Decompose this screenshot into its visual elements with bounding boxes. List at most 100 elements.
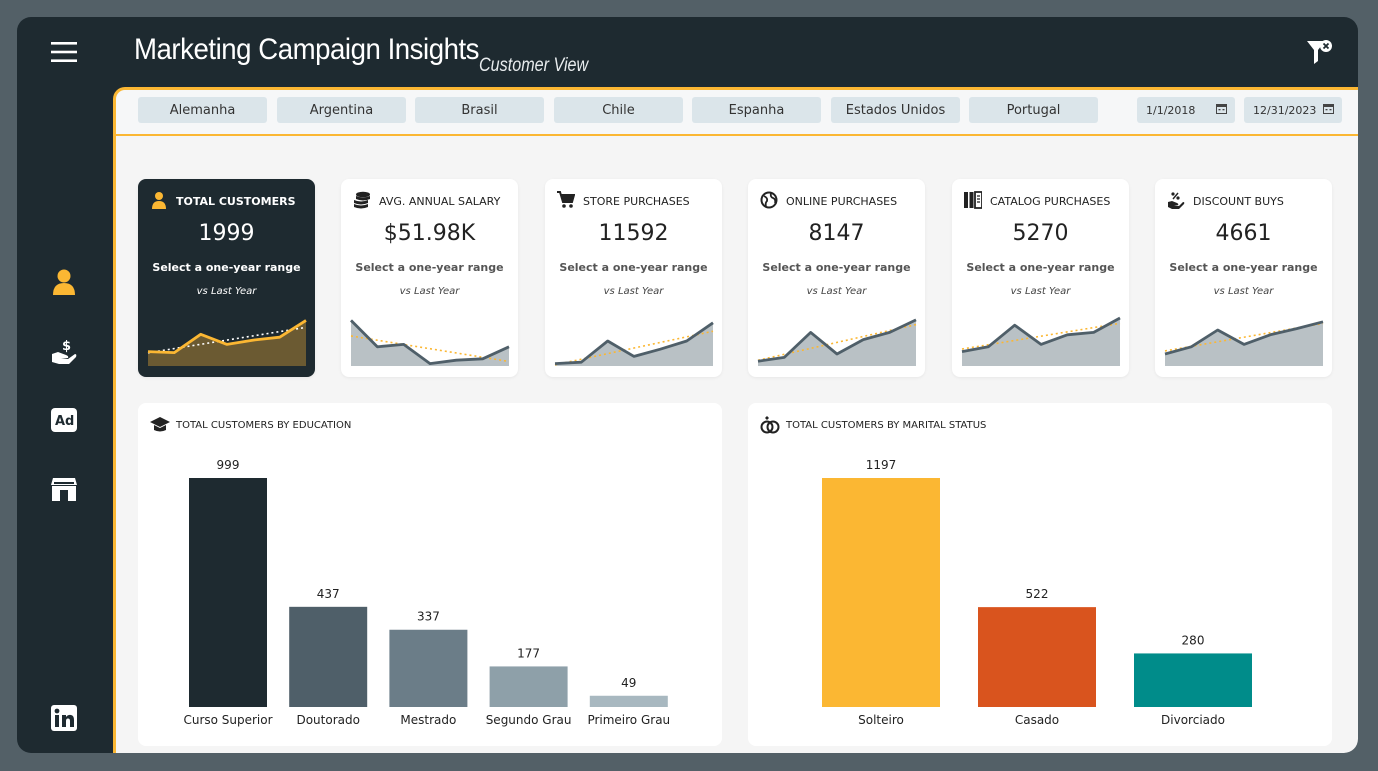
education-chart-panel: TOTAL CUSTOMERS BY EDUCATION 999 Curso Su… [138, 403, 722, 746]
kpi-label: DISCOUNT BUYS [1193, 195, 1284, 208]
chart-bar[interactable] [822, 478, 940, 707]
kpi-label: ONLINE PURCHASES [786, 195, 898, 208]
kpi-label: TOTAL CUSTOMERS [176, 195, 296, 208]
country-chip-estados-unidos[interactable]: Estados Unidos [831, 97, 960, 123]
sparkline [147, 319, 307, 366]
country-chip-alemanha[interactable]: Alemanha [138, 97, 267, 123]
country-chip-argentina[interactable]: Argentina [277, 97, 406, 123]
bar-category-label: Solteiro [858, 713, 904, 727]
sparkline [350, 319, 510, 366]
bar-value-label: 1197 [866, 458, 897, 472]
bar-value-label: 177 [517, 646, 540, 660]
kpi-card-discount-buys[interactable]: DISCOUNT BUYS 4661 Select a one-year ran… [1155, 179, 1332, 377]
main-content: Alemanha Argentina Brasil Chile Espanha … [113, 87, 1358, 753]
clear-filters-icon[interactable] [1305, 37, 1335, 67]
kpi-card-catalog-purchases[interactable]: CATALOG PURCHASES 5270 Select a one-year… [952, 179, 1129, 377]
bar-value-label: 522 [1026, 587, 1049, 601]
sparkline [961, 316, 1121, 366]
sparkline-area [962, 318, 1120, 366]
bar-category-label: Doutorado [296, 713, 359, 727]
sparkline-area [555, 322, 713, 366]
calendar-icon[interactable] [1323, 103, 1334, 114]
date-start-value: 1/1/2018 [1146, 104, 1196, 117]
date-end-field[interactable]: 12/31/2023 [1244, 97, 1342, 123]
bar-category-label: Primeiro Grau [587, 713, 670, 727]
marital-status-chart-panel: TOTAL CUSTOMERS BY MARITAL STATUS 1197 So… [748, 403, 1332, 746]
bar-value-label: 999 [217, 458, 240, 472]
chart-bar[interactable] [189, 478, 267, 707]
kpi-select-hint: Select a one-year range [152, 261, 301, 274]
page-subtitle: Customer View [479, 55, 589, 76]
country-chip-brasil[interactable]: Brasil [415, 97, 544, 123]
bar-value-label: 337 [417, 610, 440, 624]
person-icon[interactable] [49, 267, 79, 297]
kpi-label: AVG. ANNUAL SALARY [379, 195, 501, 208]
bar-value-label: 280 [1182, 633, 1205, 647]
discount-hand-icon [1168, 192, 1185, 209]
coins-icon [354, 191, 370, 209]
chart-bar[interactable] [389, 629, 468, 707]
kpi-comparison: vs Last Year [806, 286, 867, 297]
kpi-label: CATALOG PURCHASES [990, 195, 1111, 208]
sidebar: $ Ad [17, 17, 113, 753]
svg-text:$: $ [62, 339, 71, 354]
kpi-comparison: vs Last Year [196, 286, 257, 297]
kpi-select-hint: Select a one-year range [559, 261, 708, 274]
kpi-value: 5270 [1012, 221, 1069, 246]
sparkline [554, 321, 714, 366]
date-start-field[interactable]: 1/1/2018 [1137, 97, 1235, 123]
bar-category-label: Casado [1015, 713, 1059, 727]
person-icon [152, 192, 166, 209]
kpi-value: 4661 [1215, 221, 1272, 246]
ad-icon[interactable]: Ad [49, 405, 79, 435]
country-chip-portugal[interactable]: Portugal [969, 97, 1098, 123]
hamburger-menu-icon[interactable] [49, 37, 79, 67]
linkedin-icon[interactable] [49, 703, 79, 733]
kpi-comparison: vs Last Year [1213, 286, 1274, 297]
bar-category-label: Segundo Grau [486, 713, 572, 727]
kpi-select-hint: Select a one-year range [1169, 261, 1318, 274]
kpi-select-hint: Select a one-year range [355, 261, 504, 274]
chart-bar[interactable] [489, 666, 568, 707]
kpi-select-hint: Select a one-year range [762, 261, 911, 274]
bar-category-label: Curso Superior [183, 713, 272, 727]
calendar-icon[interactable] [1216, 103, 1227, 114]
sparkline [757, 318, 917, 366]
chart-bar[interactable] [978, 607, 1096, 707]
page-title: Marketing Campaign Insights [134, 33, 480, 66]
globe-icon [760, 191, 778, 209]
kpi-comparison: vs Last Year [603, 286, 664, 297]
kpi-comparison: vs Last Year [399, 286, 460, 297]
date-end-value: 12/31/2023 [1253, 104, 1317, 117]
country-chip-chile[interactable]: Chile [554, 97, 683, 123]
cart-icon [557, 191, 575, 208]
education-bar-chart: 999 Curso Superior 437 Doutorado 337 Mestrado… [183, 458, 670, 727]
kpi-value: $51.98K [383, 221, 476, 246]
sparkline [1164, 320, 1324, 366]
bar-category-label: Mestrado [400, 713, 456, 727]
country-chip-espanha[interactable]: Espanha [692, 97, 821, 123]
kpi-value: 8147 [808, 221, 865, 246]
app-window: $ Ad Marketing Campaign Insights Custome… [17, 17, 1358, 753]
kpi-card-avg-annual-salary[interactable]: AVG. ANNUAL SALARY $51.98K Select a one-… [341, 179, 518, 377]
salary-hand-icon[interactable]: $ [49, 337, 79, 367]
bar-value-label: 49 [621, 676, 636, 690]
kpi-card-store-purchases[interactable]: STORE PURCHASES 11592 Select a one-year … [545, 179, 722, 377]
kpi-card-online-purchases[interactable]: ONLINE PURCHASES 8147 Select a one-year … [748, 179, 925, 377]
bar-value-label: 437 [317, 587, 340, 601]
chart-bar[interactable] [589, 695, 668, 707]
kpi-value: 11592 [598, 221, 669, 246]
bar-category-label: Divorciado [1161, 713, 1225, 727]
svg-text:Ad: Ad [55, 414, 74, 429]
marital-status-bar-chart: 1197 Solteiro 522 Casado 280 Divorciado [822, 458, 1252, 727]
kpi-select-hint: Select a one-year range [966, 261, 1115, 274]
kpi-comparison: vs Last Year [1010, 286, 1071, 297]
kpi-value: 1999 [198, 221, 255, 246]
catalog-icon [964, 191, 982, 209]
chart-bar[interactable] [1134, 653, 1252, 707]
store-icon[interactable] [49, 474, 79, 504]
kpi-label: STORE PURCHASES [583, 195, 690, 208]
filter-bar: Alemanha Argentina Brasil Chile Espanha … [116, 90, 1358, 136]
kpi-card-total-customers[interactable]: TOTAL CUSTOMERS 1999 Select a one-year r… [138, 179, 315, 377]
chart-bar[interactable] [289, 606, 368, 707]
